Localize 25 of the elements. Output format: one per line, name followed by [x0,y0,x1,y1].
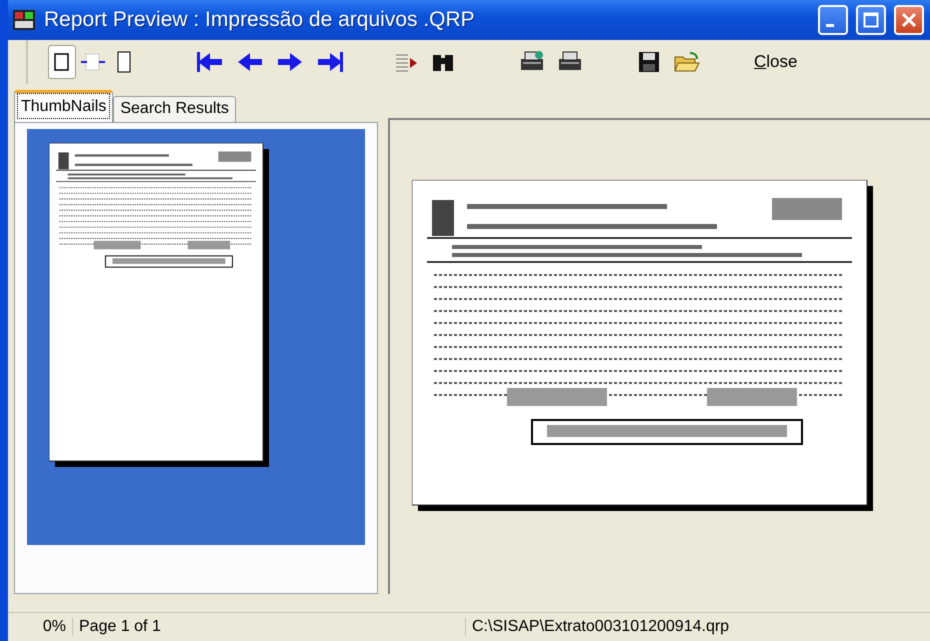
binoculars-icon [432,52,454,72]
window-title: Report Preview : Impressão de arquivos .QRP [44,8,476,32]
tab[interactable]: Search Results [113,96,236,122]
page-button[interactable] [48,45,76,79]
selected-thumbnail[interactable] [27,129,365,545]
minimize-icon [826,24,834,26]
file-path-text: C:\SISAP\Extrato003101200914.qrp [471,618,730,636]
last-page-icon [316,51,344,73]
close-icon [901,12,917,28]
previous-page-icon [236,51,264,73]
page-width-icon [80,52,106,72]
page-count-text: Page 1 of 1 [73,618,466,636]
minimize-button[interactable] [818,5,848,35]
page-icon [53,52,71,72]
close-preview-button[interactable]: Close [748,48,804,76]
folder-icon [674,51,700,73]
app-icon [12,9,36,31]
tab[interactable]: ThumbNails [14,90,114,122]
next-page-icon [276,51,304,73]
maximize-icon [863,12,879,28]
close-button[interactable] [894,5,924,35]
maximize-button[interactable] [856,5,886,35]
page-icon [115,51,133,73]
progress-text: 0% [8,618,73,636]
first-page-icon [196,51,224,73]
